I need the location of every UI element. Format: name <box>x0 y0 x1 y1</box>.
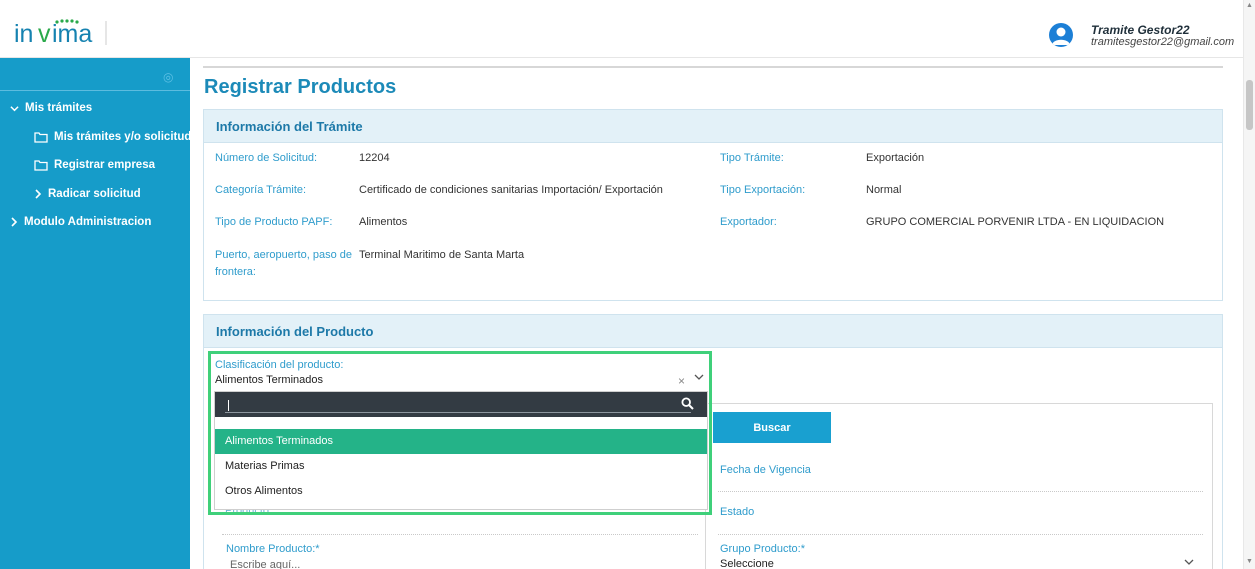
sidebar-item-mis-tramites[interactable]: Mis trámites <box>10 102 92 114</box>
sidebar-item-label: Mis trámites y/o solicitudes <box>54 131 205 143</box>
fecha-vigencia-line <box>718 491 1203 492</box>
sidebar-item-label: Registrar empresa <box>54 159 155 171</box>
sidebar-item-label: Radicar solicitud <box>48 188 141 200</box>
sidebar-item-mis-tramites-solicitudes[interactable]: Mis trámites y/o solicitudes <box>34 131 204 143</box>
tipo-tramite-label: Tipo Trámite: <box>720 152 784 164</box>
sidebar-item-registrar-empresa[interactable]: Registrar empresa <box>34 159 155 171</box>
svg-text:v: v <box>38 20 51 48</box>
fecha-vigencia-label: Fecha de Vigencia <box>720 464 811 476</box>
invima-logo[interactable]: in v ima <box>14 18 114 48</box>
categoria-tramite-label: Categoría Trámite: <box>215 184 307 196</box>
scroll-up-icon[interactable]: ▲ <box>1246 2 1253 9</box>
sidebar-item-label: Mis trámites <box>25 102 93 114</box>
tipo-tramite-value: Exportación <box>866 152 925 164</box>
puerto-value: Terminal Maritimo de Santa Marta <box>359 249 525 261</box>
chevron-right-icon <box>10 217 18 227</box>
tramite-panel-header: Información del Trámite <box>204 110 1222 143</box>
chevron-right-icon <box>34 189 42 199</box>
numero-solicitud-value: 12204 <box>359 152 390 164</box>
nombre-producto-input[interactable]: Escribe aquí... <box>230 559 300 569</box>
title-divider <box>203 66 1223 68</box>
svg-text:ima: ima <box>52 20 92 48</box>
sidebar-collapse-icon[interactable]: ◎ <box>163 70 173 84</box>
folder-icon <box>34 131 48 143</box>
tipo-exportacion-label: Tipo Exportación: <box>720 184 806 196</box>
user-avatar-icon[interactable] <box>1049 23 1073 47</box>
folder-icon <box>34 159 48 171</box>
estado-line <box>718 534 1203 535</box>
tipo-producto-value: Alimentos <box>359 216 408 228</box>
page-title: Registrar Productos <box>204 76 397 98</box>
numero-solicitud-label: Número de Solicitud: <box>215 152 318 164</box>
top-header: in v ima Tramite Gestor22 tramitesgestor… <box>0 0 1243 58</box>
buscar-button[interactable]: Buscar <box>713 412 831 443</box>
categoria-tramite-value: Certificado de condiciones sanitarias Im… <box>359 184 663 196</box>
grupo-producto-label: Grupo Producto:* <box>720 543 805 555</box>
scroll-down-icon[interactable]: ▼ <box>1246 558 1253 565</box>
scroll-thumb[interactable] <box>1246 80 1253 130</box>
sidebar-divider <box>0 90 190 91</box>
producto-line <box>222 534 698 535</box>
svg-text:in: in <box>14 20 33 48</box>
puerto-label-line1: Puerto, aeropuerto, paso de <box>215 249 352 261</box>
nombre-producto-label: Nombre Producto:* <box>226 543 320 555</box>
puerto-label-line2: frontera: <box>215 266 256 278</box>
page-scrollbar[interactable]: ▲ ▼ <box>1243 0 1255 569</box>
exportador-label: Exportador: <box>720 216 777 228</box>
chevron-down-icon[interactable] <box>1184 557 1194 569</box>
sidebar-item-label: Modulo Administracion <box>24 216 152 228</box>
user-name[interactable]: Tramite Gestor22 <box>1091 23 1190 37</box>
tramite-panel: Información del Trámite <box>203 109 1223 301</box>
highlight-box <box>208 351 712 515</box>
exportador-value: GRUPO COMERCIAL PORVENIR LTDA - EN LIQUI… <box>866 216 1165 228</box>
sidebar-item-radicar-solicitud[interactable]: Radicar solicitud <box>34 188 141 200</box>
tipo-producto-label: Tipo de Producto PAPF: <box>215 216 333 228</box>
grupo-producto-select[interactable]: Seleccione <box>720 557 774 569</box>
user-email: tramitesgestor22@gmail.com <box>1091 36 1235 48</box>
chevron-down-icon <box>10 104 19 113</box>
tipo-exportacion-value: Normal <box>866 184 902 196</box>
estado-label: Estado <box>720 506 755 518</box>
producto-panel-header: Información del Producto <box>204 315 1222 348</box>
sidebar-item-modulo-administracion[interactable]: Modulo Administracion <box>10 216 151 228</box>
